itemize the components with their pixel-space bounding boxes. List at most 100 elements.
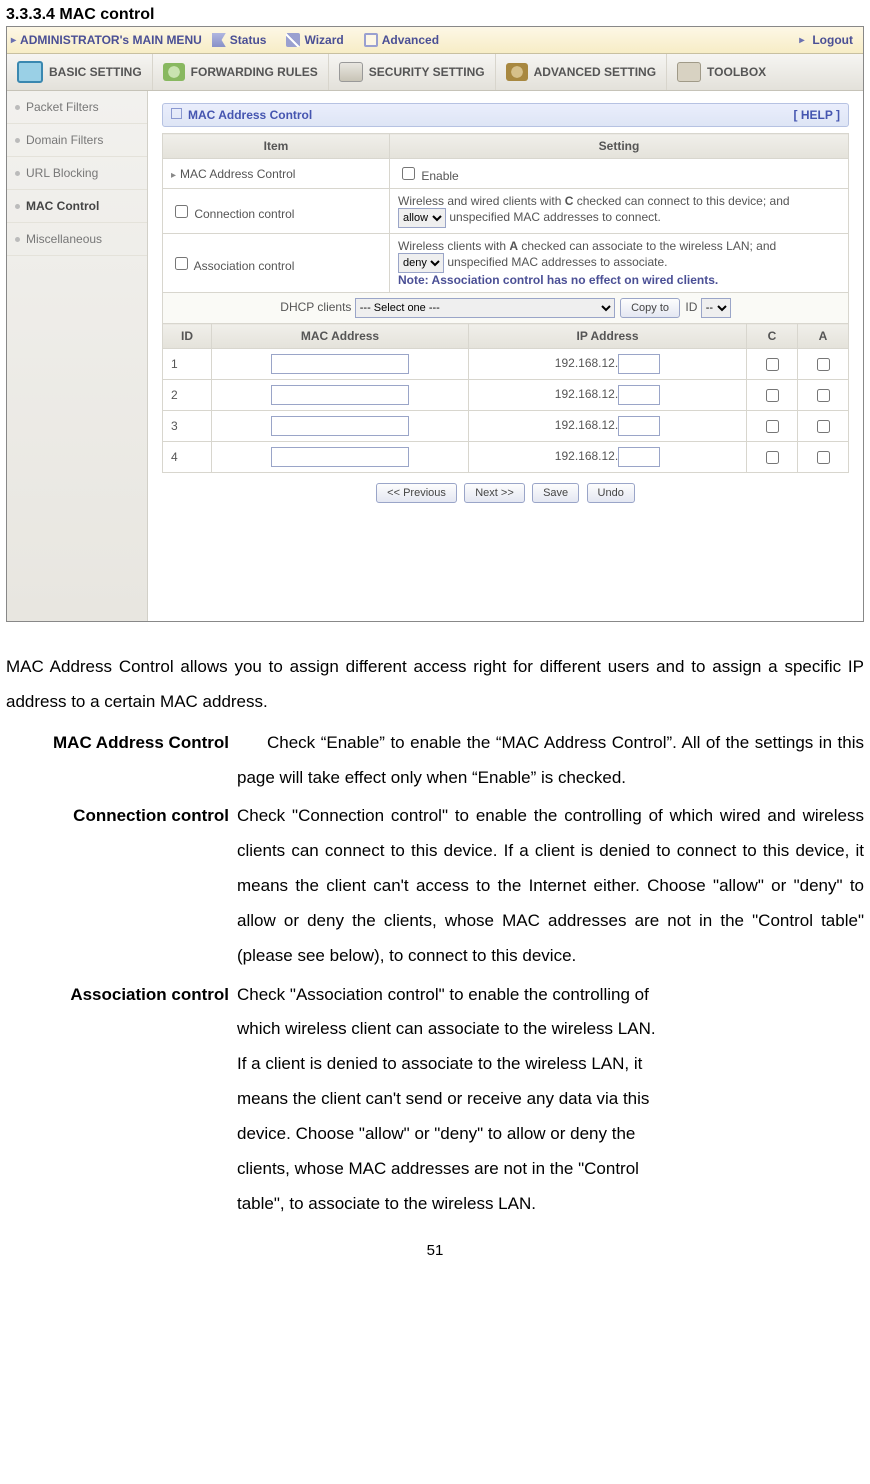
- previous-button[interactable]: << Previous: [376, 483, 457, 503]
- table-row: 2 192.168.12.: [163, 380, 849, 411]
- connection-allow-deny-select[interactable]: allow: [398, 208, 446, 228]
- help-link[interactable]: [ HELP ]: [794, 108, 840, 122]
- c-checkbox[interactable]: [766, 420, 779, 433]
- definition-desc: Check "Connection control" to enable the…: [237, 799, 864, 973]
- bullet-icon: [15, 237, 20, 242]
- status-menu-item[interactable]: Status: [202, 33, 277, 47]
- th-item: Item: [163, 134, 390, 159]
- enable-checkbox[interactable]: [402, 167, 415, 180]
- arrows-icon: [163, 63, 185, 81]
- nav-toolbox[interactable]: TOOLBOX: [666, 54, 776, 90]
- bullet-icon: [15, 138, 20, 143]
- logout-menu-item[interactable]: ▸ Logout: [785, 33, 863, 47]
- text-fragment: checked can associate to the wireless LA…: [518, 239, 776, 253]
- association-control-label: Association control: [194, 259, 295, 273]
- sidebar-item-packet-filters[interactable]: Packet Filters: [7, 91, 147, 124]
- sidebar-item-label: MAC Control: [26, 199, 99, 213]
- advanced-menu-item[interactable]: Advanced: [354, 33, 449, 47]
- a-checkbox[interactable]: [817, 451, 830, 464]
- connection-control-checkbox[interactable]: [175, 205, 188, 218]
- sidebar: Packet Filters Domain Filters URL Blocki…: [7, 91, 148, 621]
- cell-id: 3: [163, 411, 212, 442]
- ip-suffix-input[interactable]: [618, 447, 660, 467]
- ip-prefix: 192.168.12.: [555, 356, 618, 370]
- mac-input[interactable]: [271, 447, 409, 467]
- association-note: Note: Association control has no effect …: [398, 273, 718, 287]
- connection-control-label: Connection control: [194, 207, 294, 221]
- association-control-checkbox[interactable]: [175, 257, 188, 270]
- nav-basic-setting[interactable]: BASIC SETTING: [7, 54, 152, 90]
- id-label: ID: [685, 300, 697, 314]
- next-button[interactable]: Next >>: [464, 483, 525, 503]
- sidebar-item-mac-control[interactable]: MAC Control: [7, 190, 147, 223]
- definition-row: Association control Check "Association c…: [6, 978, 864, 1222]
- gear-icon: [506, 63, 528, 81]
- panel-title: MAC Address Control: [188, 108, 312, 122]
- association-allow-deny-select[interactable]: deny: [398, 253, 444, 273]
- sidebar-item-miscellaneous[interactable]: Miscellaneous: [7, 223, 147, 256]
- text-fragment: unspecified MAC addresses to associate.: [447, 255, 667, 269]
- th-c: C: [747, 324, 798, 349]
- mac-input[interactable]: [271, 354, 409, 374]
- copy-to-button[interactable]: Copy to: [620, 298, 680, 318]
- logout-label: Logout: [812, 33, 853, 47]
- definition-desc: Check "Association control" to enable th…: [237, 978, 657, 1222]
- a-checkbox[interactable]: [817, 420, 830, 433]
- ip-prefix: 192.168.12.: [555, 449, 618, 463]
- text-fragment: Wireless clients with: [398, 239, 509, 253]
- nav-security-setting[interactable]: SECURITY SETTING: [328, 54, 495, 90]
- definition-term: MAC Address Control: [6, 726, 237, 761]
- th-setting: Setting: [390, 134, 849, 159]
- bullet-icon: [15, 171, 20, 176]
- th-a: A: [798, 324, 849, 349]
- save-button[interactable]: Save: [532, 483, 579, 503]
- nav-advanced-label: ADVANCED SETTING: [534, 65, 656, 79]
- cell-id: 1: [163, 349, 212, 380]
- table-row: 4 192.168.12.: [163, 442, 849, 473]
- a-checkbox[interactable]: [817, 389, 830, 402]
- text-fragment: unspecified MAC addresses to connect.: [449, 210, 660, 224]
- th-id: ID: [163, 324, 212, 349]
- ip-suffix-input[interactable]: [618, 416, 660, 436]
- sidebar-item-domain-filters[interactable]: Domain Filters: [7, 124, 147, 157]
- bold-a: A: [509, 239, 518, 253]
- a-checkbox[interactable]: [817, 358, 830, 371]
- arrow-icon: ▸: [7, 35, 20, 46]
- c-checkbox[interactable]: [766, 389, 779, 402]
- advanced-label: Advanced: [382, 33, 439, 47]
- text-fragment: Wireless and wired clients with: [398, 194, 565, 208]
- cell-id: 4: [163, 442, 212, 473]
- id-select[interactable]: --: [701, 298, 731, 318]
- definition-desc: Check “Enable” to enable the “MAC Addres…: [237, 726, 864, 796]
- top-menu: ▸ ADMINISTRATOR's MAIN MENU Status Wizar…: [7, 27, 863, 54]
- c-checkbox[interactable]: [766, 358, 779, 371]
- status-label: Status: [230, 33, 267, 47]
- text-fragment: checked can connect to this device; and: [573, 194, 789, 208]
- square-icon: [171, 108, 182, 119]
- th-ip: IP Address: [469, 324, 747, 349]
- arrow-icon: ▸: [795, 35, 808, 46]
- router-admin-screenshot: ▸ ADMINISTRATOR's MAIN MENU Status Wizar…: [6, 26, 864, 622]
- sidebar-item-label: Packet Filters: [26, 100, 99, 114]
- nav-forwarding-rules[interactable]: FORWARDING RULES: [152, 54, 328, 90]
- c-checkbox[interactable]: [766, 451, 779, 464]
- definition-term: Association control: [6, 978, 237, 1013]
- flag-icon: [212, 33, 226, 47]
- key-icon: [339, 62, 363, 82]
- ip-suffix-input[interactable]: [618, 354, 660, 374]
- dhcp-clients-select[interactable]: --- Select one ---: [355, 298, 615, 318]
- sidebar-item-label: URL Blocking: [26, 166, 98, 180]
- mac-input[interactable]: [271, 385, 409, 405]
- mac-input[interactable]: [271, 416, 409, 436]
- undo-button[interactable]: Undo: [587, 483, 635, 503]
- ip-suffix-input[interactable]: [618, 385, 660, 405]
- wizard-menu-item[interactable]: Wizard: [276, 33, 353, 47]
- monitor-icon: [17, 61, 43, 83]
- table-row: 3 192.168.12.: [163, 411, 849, 442]
- button-row: << Previous Next >> Save Undo: [162, 473, 849, 507]
- definition-row: MAC Address Control Check “Enable” to en…: [6, 726, 864, 796]
- nav-advanced-setting[interactable]: ADVANCED SETTING: [495, 54, 666, 90]
- settings-table: Item Setting ▸MAC Address Control Enable…: [162, 133, 849, 324]
- sidebar-item-url-blocking[interactable]: URL Blocking: [7, 157, 147, 190]
- page-number: 51: [0, 1242, 870, 1259]
